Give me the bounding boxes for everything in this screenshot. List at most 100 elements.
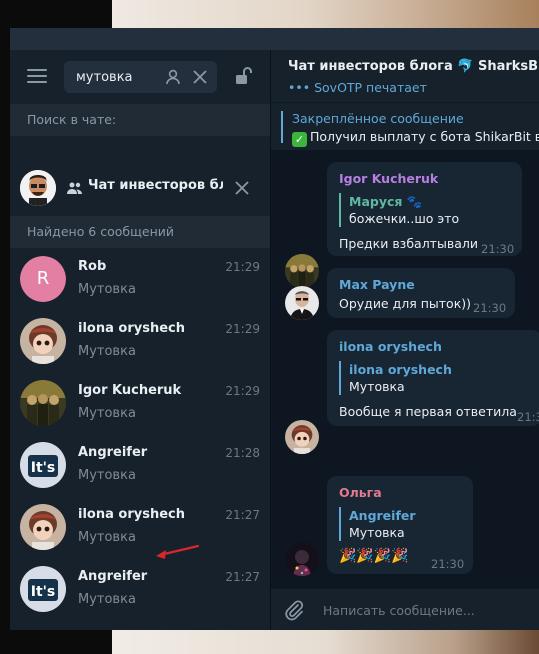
result-time: 21:27 (225, 570, 260, 584)
svg-text:It's: It's (31, 460, 56, 476)
chat-filter-title: Чат инвесторов бл... (88, 178, 223, 193)
pinned-accent-bar (281, 111, 283, 143)
avatar[interactable] (285, 254, 319, 288)
reply-quote[interactable]: ilona oryshech Мутовка (339, 361, 452, 395)
reply-text: божечки..шо это (349, 211, 460, 226)
arrow-annotation (156, 544, 200, 559)
message-author[interactable]: Igor Kucheruk (339, 171, 438, 186)
result-text: Мутовка (78, 468, 136, 483)
message-time: 21:3 (517, 410, 539, 424)
telegram-window: Поиск в чате: Чат инвесторов (10, 28, 539, 630)
menu-icon[interactable] (27, 69, 47, 83)
message-time: 21:30 (481, 242, 515, 256)
paperclip-icon[interactable] (283, 599, 305, 621)
avatar[interactable] (285, 420, 319, 454)
result-time: 21:29 (225, 384, 260, 398)
message-bubble[interactable]: Igor Kucheruk Маруся 🐾 божечки..шо это П… (327, 162, 522, 256)
result-text: Мутовка (78, 344, 136, 359)
result-time: 21:29 (225, 322, 260, 336)
background-photo-top (112, 0, 539, 28)
message-list[interactable]: Igor Kucheruk Маруся 🐾 божечки..шо это П… (271, 150, 539, 588)
result-name: Angreifer (78, 445, 148, 460)
reply-quote[interactable]: Маруся 🐾 божечки..шо это (339, 193, 459, 227)
message-text: Орудие для пыток)) (339, 296, 472, 311)
avatar[interactable] (285, 542, 319, 576)
result-text: Мутовка (78, 406, 136, 421)
list-item[interactable]: R Rob 21:29 Мутовка (10, 248, 270, 310)
message-author[interactable]: Ольга (339, 485, 382, 500)
search-box[interactable] (64, 61, 217, 93)
list-item[interactable]: Igor Kucheruk 21:29 Мутовка (10, 372, 270, 434)
check-emoji: ✓ (292, 132, 307, 147)
list-item[interactable]: ilona oryshech 21:29 Мутовка (10, 310, 270, 372)
message-time: 21:30 (431, 557, 465, 571)
message-author[interactable]: ilona oryshech (339, 339, 442, 354)
close-icon[interactable] (234, 180, 250, 196)
result-text: Мутовка (78, 530, 136, 545)
pinned-title: Закреплённое сообщение (292, 111, 464, 126)
reply-author: Маруся 🐾 (349, 193, 459, 210)
reply-text: Мутовка (349, 379, 405, 394)
message-bubble[interactable]: Ольга Angreifer Мутовка 🎉🎉🎉🎉 21:30 (327, 476, 473, 574)
list-item[interactable]: It's Angreifer 21:27 Мутовка (10, 558, 270, 620)
close-icon[interactable] (192, 69, 208, 85)
reply-text: Мутовка (349, 525, 405, 540)
chat-panel: Чат инвесторов блога 🐬 SharksBusine ••• … (270, 50, 539, 630)
message-text: Предки взбалтывали (339, 236, 478, 251)
message-bubble[interactable]: ilona oryshech ilona oryshech Мутовка Во… (327, 330, 539, 426)
reply-author: ilona oryshech (349, 362, 452, 377)
avatar[interactable] (285, 286, 319, 320)
found-count-label: Найдено 6 сообщений (10, 216, 270, 248)
avatar: It's (20, 442, 66, 488)
message-text: 🎉🎉🎉🎉 (339, 548, 409, 564)
list-item[interactable]: ilona oryshech 21:27 Мутовка (10, 496, 270, 558)
message-bubble[interactable]: Max Payne Орудие для пыток)) 21:30 (327, 268, 515, 318)
avatar: It's (20, 566, 66, 612)
left-panel: Поиск в чате: Чат инвесторов (10, 50, 270, 630)
svg-text:It's: It's (31, 584, 56, 600)
pinned-message[interactable]: Закреплённое сообщение ✓ Получил выплату … (271, 102, 539, 150)
message-text: Вообще я первая ответила (339, 404, 517, 419)
message-input[interactable] (323, 599, 523, 621)
reply-author-text: Маруся (349, 194, 403, 209)
search-input[interactable] (76, 67, 156, 87)
typing-dots-icon: ••• (288, 80, 315, 95)
typing-status-text: SovOTP печатает (314, 80, 427, 95)
user-icon[interactable] (164, 68, 182, 86)
result-name: Rob (78, 259, 107, 274)
typing-status: ••• SovOTP печатает (288, 80, 427, 95)
message-author[interactable]: Max Payne (339, 277, 415, 292)
result-time: 21:29 (225, 260, 260, 274)
avatar (20, 318, 66, 364)
avatar: R (20, 256, 66, 302)
search-results: R Rob 21:29 Мутовка ilona oryshech 21:29… (10, 248, 270, 620)
window-titlebar[interactable] (10, 28, 539, 50)
result-time: 21:28 (225, 446, 260, 460)
background-photo-bottom (112, 630, 539, 654)
pinned-text: Получил выплату с бота ShikarBit в р (310, 129, 539, 144)
result-text: Мутовка (78, 282, 136, 297)
result-name: Angreifer (78, 569, 148, 584)
composer (271, 588, 539, 630)
chat-header[interactable]: Чат инвесторов блога 🐬 SharksBusine ••• … (271, 50, 539, 102)
screenshot-root: { "sidebar": { "search": { "value": "мут… (0, 0, 539, 654)
paw-emoji: 🐾 (406, 194, 423, 209)
list-item[interactable]: It's Angreifer 21:28 Мутовка (10, 434, 270, 496)
result-name: ilona oryshech (78, 507, 185, 522)
avatar-letter: R (20, 256, 66, 302)
result-name: ilona oryshech (78, 321, 185, 336)
chat-filter[interactable]: Чат инвесторов бл... (10, 160, 270, 216)
chat-avatar (20, 170, 56, 206)
pinned-text-row: ✓ Получил выплату с бота ShikarBit в р (292, 129, 539, 147)
result-name: Igor Kucheruk (78, 383, 182, 398)
result-text: Мутовка (78, 592, 136, 607)
chat-title: Чат инвесторов блога 🐬 SharksBusine (288, 59, 539, 74)
result-time: 21:27 (225, 508, 260, 522)
message-time: 21:30 (473, 301, 507, 315)
reply-author: Angreifer (349, 508, 416, 523)
search-in-chat-label: Поиск в чате: (10, 104, 270, 136)
people-icon (67, 182, 82, 194)
reply-quote[interactable]: Angreifer Мутовка (339, 507, 416, 541)
lock-open-icon[interactable] (234, 66, 254, 86)
avatar (20, 504, 66, 550)
